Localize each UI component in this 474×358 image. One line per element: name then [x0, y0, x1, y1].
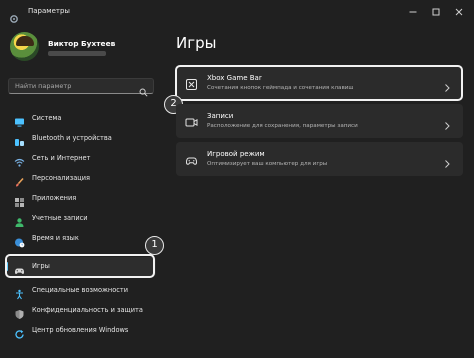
sidebar-item-accounts[interactable]: Учетные записи	[6, 209, 156, 228]
sidebar-item-personalization[interactable]: Персонализация	[6, 169, 156, 188]
close-icon[interactable]	[452, 4, 466, 18]
user-name: Виктор Бухтеев	[48, 39, 116, 48]
search-placeholder: Найти параметр	[15, 82, 72, 90]
step-badge-1: 1	[145, 236, 164, 255]
page-title: Игры	[176, 34, 217, 52]
game-mode-icon	[185, 152, 198, 165]
sidebar-item-label: Bluetooth и устройства	[32, 134, 112, 142]
person-icon	[14, 213, 25, 227]
user-email-redacted	[48, 51, 106, 56]
sidebar-item-label: Специальные возможности	[32, 286, 129, 294]
sidebar-item-network[interactable]: Сеть и Интернет	[6, 149, 156, 168]
sidebar-item-label: Время и язык	[32, 234, 79, 242]
sidebar-item-system[interactable]: Система	[6, 109, 156, 128]
title-bar: Параметры	[0, 0, 474, 26]
maximize-icon[interactable]	[429, 4, 443, 18]
search-icon[interactable]	[139, 82, 148, 97]
accessibility-icon	[14, 285, 25, 300]
sidebar-item-time-language[interactable]: Время и язык	[6, 229, 156, 248]
window-title: Параметры	[28, 7, 70, 15]
sidebar-item-label: Приложения	[32, 194, 77, 202]
chevron-right-icon	[443, 116, 451, 130]
card-captures[interactable]: Записи Расположение для сохранения, пара…	[176, 104, 463, 138]
sidebar-item-label: Центр обновления Windows	[32, 326, 129, 334]
highlight-xbox-game-bar	[175, 65, 463, 101]
capture-icon	[185, 114, 198, 127]
settings-app-icon	[9, 9, 19, 23]
monitor-icon	[14, 113, 25, 127]
update-icon	[14, 325, 25, 339]
settings-window: Параметры Виктор Бухтеев Найти параметр …	[0, 0, 474, 358]
highlight-gaming-item	[5, 254, 155, 278]
sidebar-item-label: Учетные записи	[32, 214, 88, 222]
search-input[interactable]: Найти параметр	[8, 78, 154, 97]
avatar[interactable]	[10, 32, 39, 61]
sidebar-item-accessibility[interactable]: Специальные возможности	[6, 281, 156, 300]
sidebar-item-label: Сеть и Интернет	[32, 154, 91, 162]
brush-icon	[14, 173, 25, 187]
sidebar-item-bluetooth[interactable]: Bluetooth и устройства	[6, 129, 156, 148]
card-title: Игровой режим	[207, 150, 265, 158]
globe-clock-icon	[14, 233, 25, 248]
wifi-icon	[14, 153, 25, 167]
card-title: Записи	[207, 112, 234, 120]
apps-icon	[14, 193, 25, 207]
sidebar-item-label: Система	[32, 114, 62, 122]
sidebar-item-label: Конфиденциальность и защита	[32, 306, 143, 314]
card-subtitle: Расположение для сохранения, параметры з…	[207, 123, 358, 129]
sidebar-item-apps[interactable]: Приложения	[6, 189, 156, 208]
card-subtitle: Оптимизирует ваш компьютер для игры	[207, 161, 328, 167]
sidebar-item-label: Персонализация	[32, 174, 90, 182]
shield-icon	[14, 305, 25, 319]
minimize-icon[interactable]	[406, 4, 420, 18]
card-game-mode[interactable]: Игровой режим Оптимизирует ваш компьютер…	[176, 142, 463, 176]
bluetooth-icon	[14, 133, 25, 146]
sidebar-item-windows-update[interactable]: Центр обновления Windows	[6, 321, 156, 340]
chevron-right-icon	[443, 154, 451, 168]
sidebar-item-privacy[interactable]: Конфиденциальность и защита	[6, 301, 156, 320]
